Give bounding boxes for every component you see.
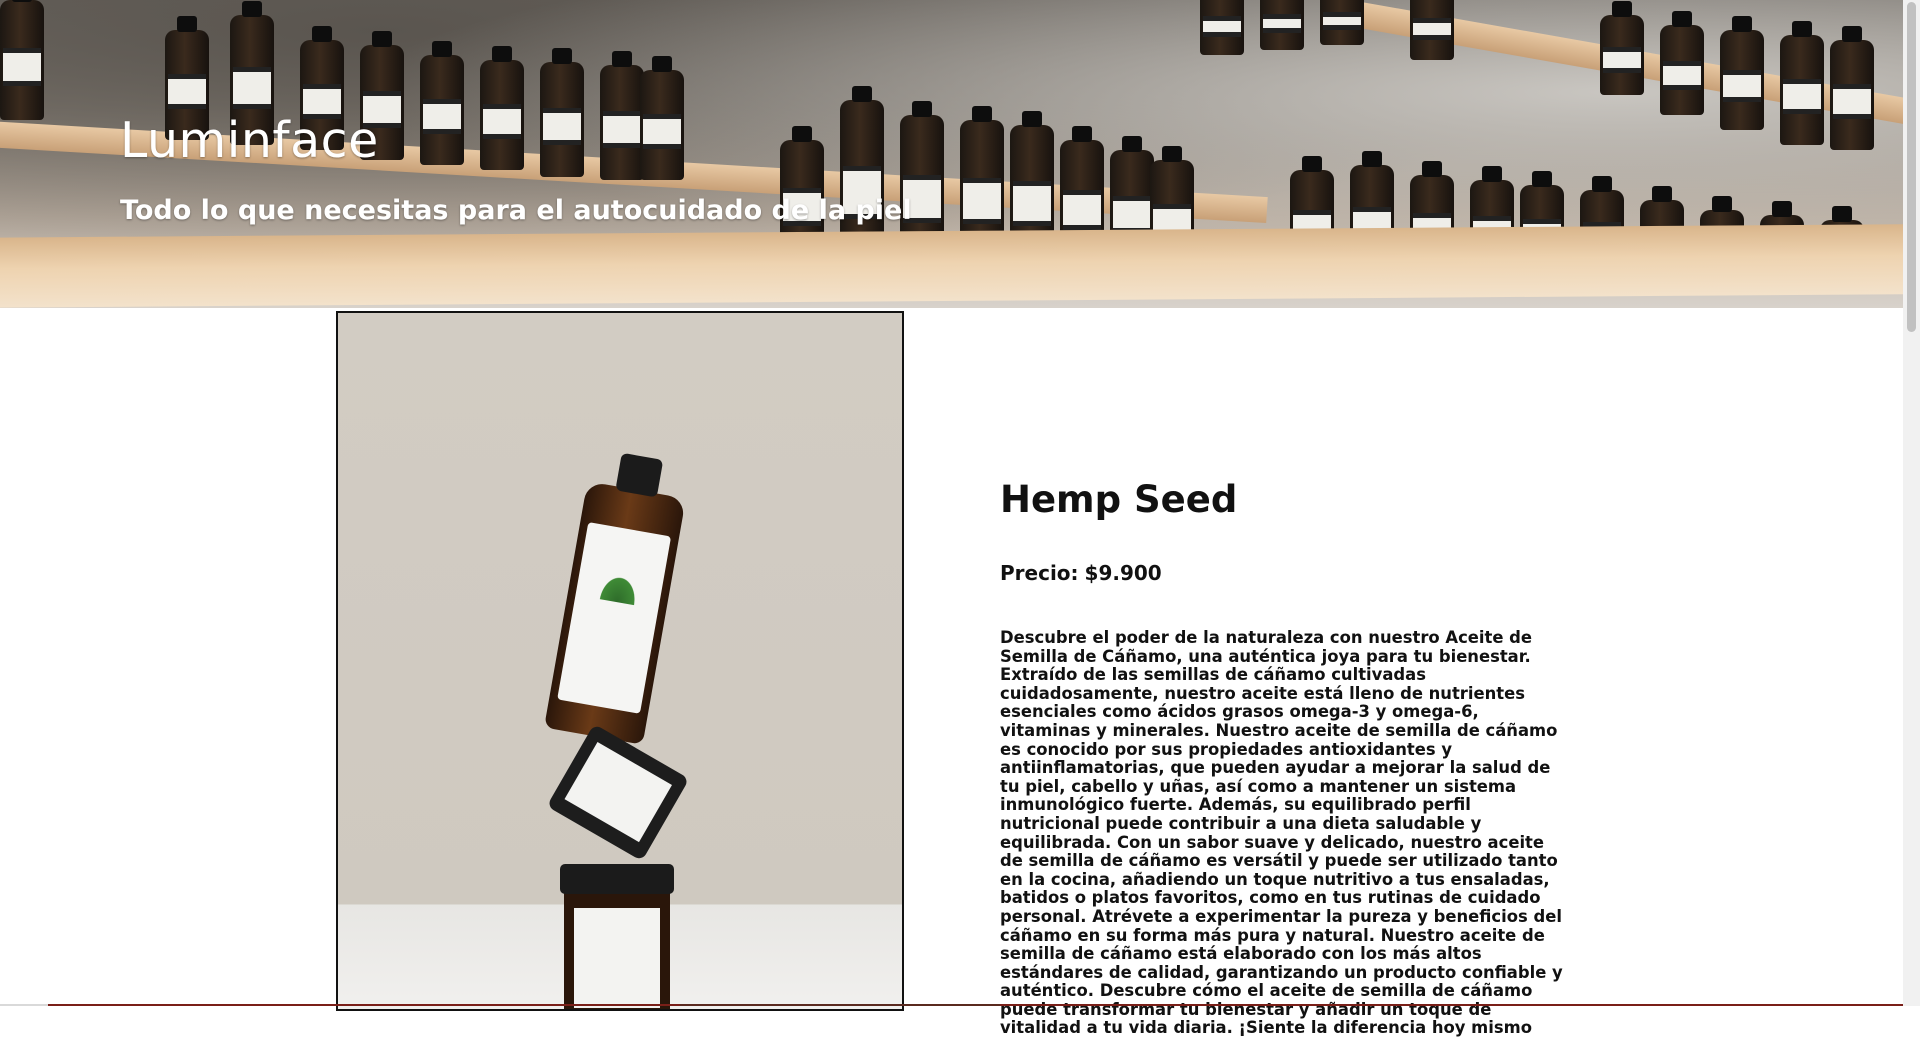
product-photo	[338, 313, 902, 1009]
scrollbar-thumb[interactable]	[1907, 2, 1916, 332]
site-title: Luminface	[120, 112, 379, 169]
charcoal-jar-image	[560, 864, 674, 1009]
hemp-oil-bottle-image	[544, 452, 686, 745]
hero-text: Luminface Todo lo que necesitas para el …	[120, 112, 912, 226]
price-label: Precio:	[1000, 561, 1079, 585]
site-tagline: Todo lo que necesitas para el autocuidad…	[120, 195, 912, 226]
bottle-image	[1830, 26, 1874, 150]
hero-banner: Luminface Todo lo que necesitas para el …	[0, 0, 1903, 308]
bottle-cap	[615, 452, 664, 498]
bottle-image	[1260, 0, 1304, 50]
bottle-image	[1600, 1, 1644, 95]
vertical-scrollbar[interactable]	[1903, 0, 1920, 1006]
bottle-image	[1320, 0, 1364, 45]
bottle-image	[1720, 16, 1764, 130]
matcha-jar-image	[546, 723, 690, 862]
bottle-image	[1410, 0, 1454, 60]
bottle-image	[0, 0, 44, 120]
product-details: Hemp Seed Precio: $9.900 Descubre el pode…	[1000, 478, 1570, 1038]
bottle-image	[1200, 0, 1244, 55]
bottle-image	[1660, 11, 1704, 115]
bottle-label	[557, 521, 672, 714]
shelf	[0, 223, 1903, 308]
jar-lid	[560, 864, 674, 894]
hemp-leaf-icon	[593, 564, 647, 607]
product-image	[336, 311, 904, 1011]
product-price: Precio: $9.900	[1000, 561, 1570, 585]
product-name: Hemp Seed	[1000, 478, 1238, 521]
jar-label	[564, 741, 672, 843]
product-description: Descubre el poder de la naturaleza con n…	[1000, 628, 1563, 1038]
price-value: $9.900	[1084, 561, 1162, 585]
jar-label	[574, 908, 660, 1008]
bottle-image	[1780, 21, 1824, 145]
